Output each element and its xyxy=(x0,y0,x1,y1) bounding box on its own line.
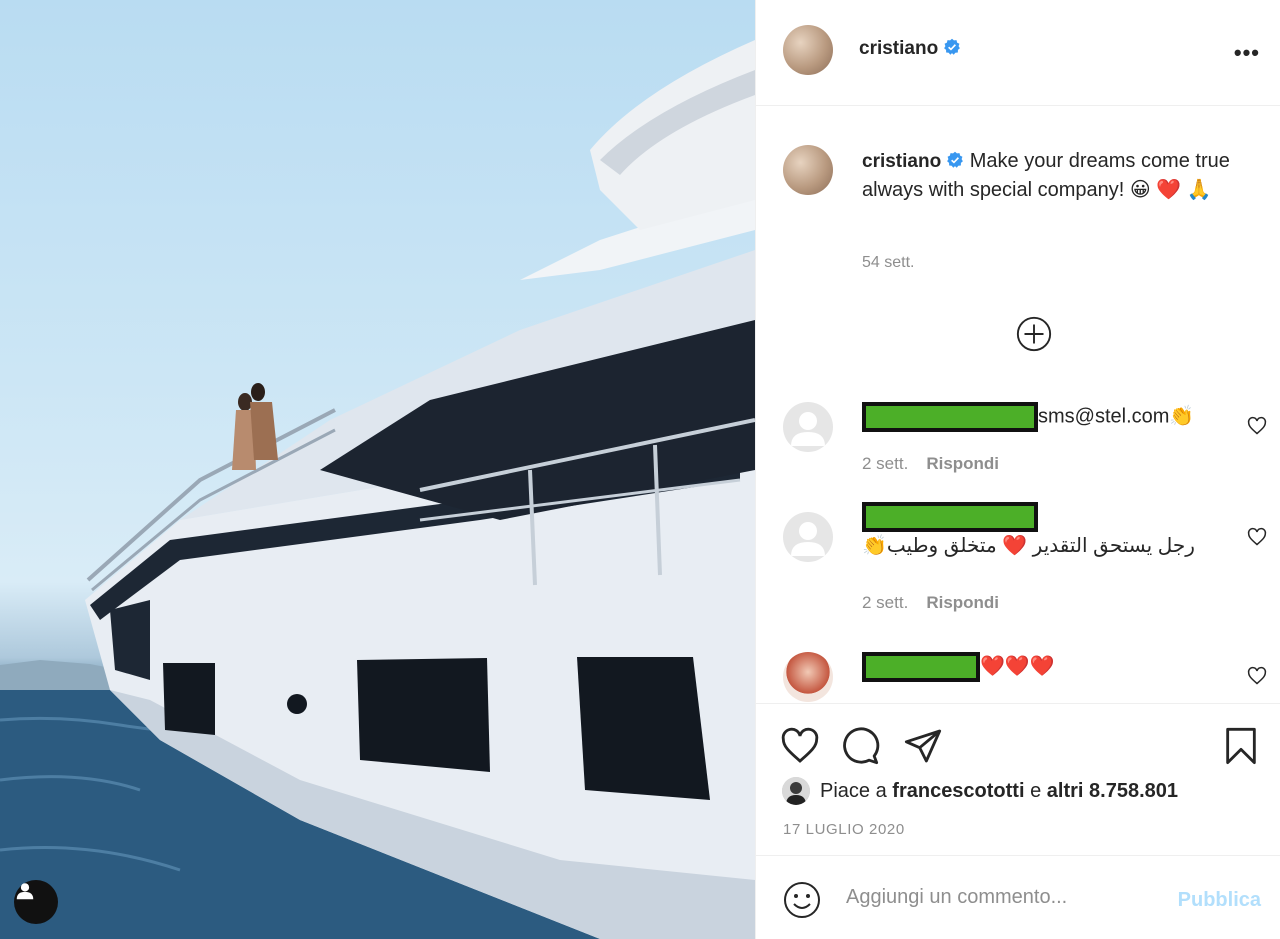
comment-time[interactable]: 2 sett. xyxy=(862,593,908,612)
comment-like-icon[interactable] xyxy=(1247,416,1267,436)
emoji-icon[interactable] xyxy=(782,880,822,920)
add-comment-bar: Pubblica xyxy=(756,855,1280,939)
liker-username[interactable]: francescototti xyxy=(892,780,1024,803)
post-side-panel: cristiano ••• cristiano Make your dreams… xyxy=(755,0,1280,939)
reply-button[interactable]: Rispondi xyxy=(926,593,999,612)
redacted-username xyxy=(862,652,980,682)
comment-text: ❤️❤️❤️ xyxy=(862,652,1212,682)
likes-joiner: e xyxy=(1030,779,1042,802)
caption: cristiano Make your dreams come true alw… xyxy=(862,147,1257,204)
plus-circle-icon[interactable] xyxy=(1015,315,1053,353)
add-comment-input[interactable] xyxy=(846,886,1146,909)
redacted-username xyxy=(862,402,1038,432)
likes-prefix: Piace a xyxy=(820,779,887,802)
author-username[interactable]: cristiano xyxy=(859,38,961,60)
author-username-text[interactable]: cristiano xyxy=(859,38,938,59)
comment-text: sms@stel.com👏 xyxy=(862,402,1212,432)
comment-like-icon[interactable] xyxy=(1247,527,1267,547)
comment-body: ❤️❤️❤️ xyxy=(980,655,1055,678)
comment-avatar[interactable] xyxy=(783,402,833,452)
comment-body: sms@stel.com👏 xyxy=(1038,405,1195,428)
verified-badge-icon xyxy=(947,151,964,168)
liker-avatar[interactable] xyxy=(782,777,810,805)
comment-body: رجل يستحق التقدير ❤️ متخلق وطيب👏 xyxy=(862,535,1195,557)
post-photo[interactable] xyxy=(0,0,755,939)
yacht-illustration xyxy=(0,40,755,939)
author-avatar[interactable] xyxy=(783,25,833,75)
comment-like-icon[interactable] xyxy=(1247,666,1267,686)
caption-avatar[interactable] xyxy=(783,145,833,195)
bookmark-icon[interactable] xyxy=(1221,726,1261,766)
redacted-username xyxy=(862,502,1038,532)
paper-plane-icon[interactable] xyxy=(903,726,943,766)
publish-button[interactable]: Pubblica xyxy=(1178,889,1261,912)
comment-meta: 2 sett. Rispondi xyxy=(862,454,999,474)
comment-avatar[interactable] xyxy=(783,652,833,702)
comment-text: رجل يستحق التقدير ❤️ متخلق وطيب👏 xyxy=(862,502,1222,560)
reply-button[interactable]: Rispondi xyxy=(926,454,999,473)
comment-time[interactable]: 2 sett. xyxy=(862,454,908,473)
likes-summary: Piace a francescototti e altri 8.758.801 xyxy=(782,777,1178,805)
default-avatar-icon xyxy=(791,412,825,446)
more-options-button[interactable]: ••• xyxy=(1234,40,1260,66)
comment-icon[interactable] xyxy=(840,726,880,766)
post-date[interactable]: 17 LUGLIO 2020 xyxy=(783,821,905,838)
user-icon xyxy=(16,883,34,900)
post-header: cristiano ••• xyxy=(756,0,1280,106)
action-bar: Piace a francescototti e altri 8.758.801… xyxy=(756,703,1280,853)
verified-badge-icon xyxy=(944,38,961,55)
comment-meta: 2 sett. Rispondi xyxy=(862,593,999,613)
caption-time[interactable]: 54 sett. xyxy=(862,254,914,272)
likes-others[interactable]: altri 8.758.801 xyxy=(1047,780,1178,803)
heart-icon[interactable] xyxy=(780,726,820,766)
liker-face-icon xyxy=(782,777,810,805)
caption-username[interactable]: cristiano xyxy=(862,151,941,172)
comment-avatar[interactable] xyxy=(783,512,833,562)
default-avatar-icon xyxy=(791,522,825,556)
tagged-users-button[interactable] xyxy=(14,880,58,924)
